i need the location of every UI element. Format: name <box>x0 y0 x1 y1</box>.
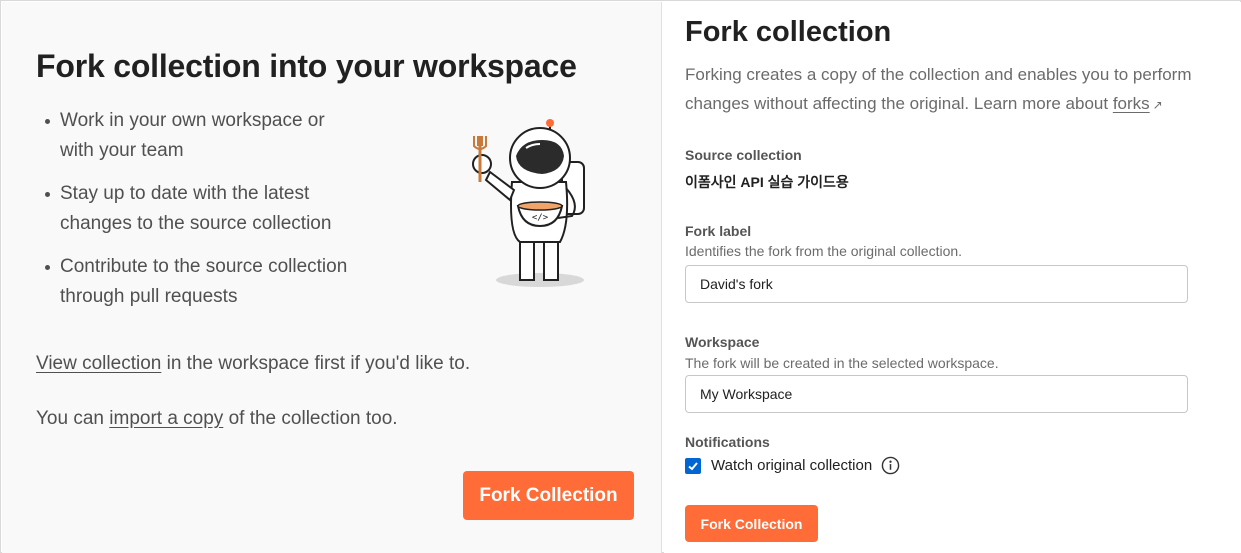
fork-collection-button-primary[interactable]: Fork Collection <box>463 471 634 520</box>
fork-label-label: Fork label <box>685 223 752 239</box>
feature-item: Stay up to date with the latest changes … <box>42 179 402 239</box>
fork-label-input[interactable] <box>685 265 1188 303</box>
view-collection-text: View collection in the workspace first i… <box>36 353 471 374</box>
form-title: Fork collection <box>685 16 892 48</box>
info-icon[interactable] <box>881 456 900 475</box>
feature-item: Contribute to the source collection thro… <box>42 252 402 312</box>
external-link-icon: ↗ <box>1152 98 1163 112</box>
checkmark-icon <box>688 461 698 470</box>
info-title: Fork collection into your workspace <box>36 48 577 84</box>
view-collection-link[interactable]: View collection <box>36 353 161 374</box>
astronaut-illustration: </> <box>472 119 585 287</box>
fork-label-help: Identifies the fork from the original co… <box>685 243 963 259</box>
feature-list: Work in your own workspace or with your … <box>42 106 402 325</box>
workspace-select[interactable] <box>685 375 1188 413</box>
workspace-help: The fork will be created in the selected… <box>685 355 999 371</box>
feature-item: Work in your own workspace or with your … <box>42 106 402 166</box>
watch-collection-row: Watch original collection <box>685 456 900 475</box>
form-description: Forking creates a copy of the collection… <box>685 65 1192 113</box>
dialog-frame: Fork collection into your workspace Work… <box>0 0 1241 553</box>
import-copy-text: You can import a copy of the collection … <box>36 408 398 429</box>
bowl-code-label: </> <box>532 213 549 223</box>
import-copy-link[interactable]: import a copy <box>109 408 223 429</box>
source-collection-value: 이폼사인 API 실습 가이드용 <box>685 174 849 190</box>
notifications-label: Notifications <box>685 434 770 450</box>
info-panel: Fork collection into your workspace Work… <box>2 2 662 553</box>
fork-form-panel: Fork collection Forking creates a copy o… <box>664 2 1241 553</box>
workspace-label: Workspace <box>685 334 760 350</box>
watch-collection-checkbox[interactable] <box>685 457 701 474</box>
source-collection-label: Source collection <box>685 147 802 163</box>
fork-collection-button[interactable]: Fork Collection <box>685 505 818 542</box>
forks-docs-link[interactable]: forks <box>1113 94 1150 113</box>
watch-collection-label[interactable]: Watch original collection <box>711 457 872 474</box>
